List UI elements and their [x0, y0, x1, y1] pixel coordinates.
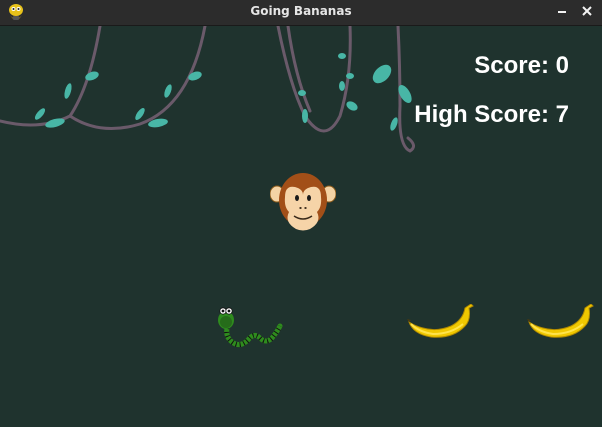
- minimize-icon: [558, 6, 566, 13]
- banana: [527, 304, 594, 338]
- minimize-button[interactable]: [552, 1, 572, 19]
- score-label: Score: 0: [474, 52, 569, 79]
- game-canvas[interactable]: Score: 0 High Score: 7: [0, 26, 602, 427]
- close-button[interactable]: [577, 3, 597, 21]
- snake: [218, 307, 283, 348]
- monkey: [270, 173, 336, 231]
- game-window: Going Bananas Score: 0 High Score: 7: [0, 0, 602, 427]
- title-bar[interactable]: Going Bananas: [0, 0, 602, 26]
- close-icon: [582, 6, 592, 16]
- banana: [407, 304, 474, 338]
- window-title: Going Bananas: [250, 4, 352, 18]
- high-score-label: High Score: 7: [414, 101, 569, 128]
